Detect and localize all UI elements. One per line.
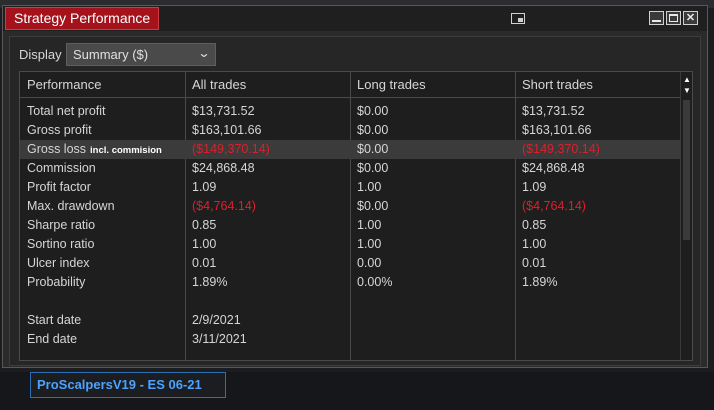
cell-label: Total net profit: [27, 104, 106, 118]
vertical-scrollbar[interactable]: ▲ ▼: [680, 72, 692, 360]
cell-short: 1.89%: [522, 275, 558, 289]
row-gross-profit[interactable]: Gross profit $163,101.66 $0.00 $163,101.…: [20, 121, 680, 140]
cell-all: ($4,764.14): [192, 199, 256, 213]
cell-long: 1.00: [357, 218, 382, 232]
cell-short: 1.09: [522, 180, 547, 194]
cell-label: Max. drawdown: [27, 199, 115, 213]
cell-label: Profit factor: [27, 180, 91, 194]
cell-label: Probability: [27, 275, 86, 289]
content-panel: Display Summary ($) ⌄ Performance All tr…: [9, 36, 701, 366]
cell-long: $0.00: [357, 161, 389, 175]
cell-label: Gross profit: [27, 123, 92, 137]
cell-long: 0.00: [357, 256, 382, 270]
cell-all: 1.00: [192, 237, 217, 251]
close-button[interactable]: ✕: [683, 11, 698, 25]
cell-all: 2/9/2021: [192, 313, 241, 327]
performance-grid: Performance All trades Long trades Short…: [19, 71, 693, 361]
row-end-date[interactable]: End date 3/11/2021: [20, 330, 680, 349]
cell-short: [515, 311, 522, 330]
window-title: Strategy Performance: [5, 7, 160, 30]
header-row: Performance All trades Long trades Short…: [20, 72, 680, 98]
cell-all: $24,868.48: [192, 161, 255, 175]
cell-all: 3/11/2021: [192, 332, 247, 346]
cell-short: 0.85: [522, 218, 547, 232]
cell-long: $0.00: [357, 199, 389, 213]
cell-label: Ulcer index: [27, 256, 90, 270]
header-short-trades[interactable]: Short trades: [515, 72, 593, 98]
cell-short: 0.01: [522, 256, 547, 270]
row-profit-factor[interactable]: Profit factor 1.09 1.00 1.09: [20, 178, 680, 197]
cell-all: ($149,370.14): [192, 142, 270, 156]
cell-long: 1.00: [357, 237, 382, 251]
cell-all: 1.09: [192, 180, 217, 194]
display-selected-value: Summary ($): [73, 47, 149, 62]
row-commission[interactable]: Commission $24,868.48 $0.00 $24,868.48: [20, 159, 680, 178]
minimize-button[interactable]: [649, 11, 664, 25]
maximize-button[interactable]: [666, 11, 681, 25]
cell-label-group: Gross loss incl. commision: [20, 140, 162, 159]
cell-long: $0.00: [357, 142, 389, 156]
cell-long: $0.00: [357, 104, 389, 118]
display-label: Display: [19, 47, 62, 62]
header-performance[interactable]: Performance: [20, 72, 101, 98]
row-max-drawdown[interactable]: Max. drawdown ($4,764.14) $0.00 ($4,764.…: [20, 197, 680, 216]
cell-short: [515, 330, 522, 349]
display-select[interactable]: Summary ($) ⌄: [66, 43, 216, 66]
cell-long: [350, 330, 357, 349]
row-start-date[interactable]: Start date 2/9/2021: [20, 311, 680, 330]
scroll-down-icon[interactable]: ▼: [682, 86, 692, 96]
chevron-down-icon: ⌄: [197, 46, 211, 60]
dock-icon[interactable]: [511, 13, 525, 24]
row-total-net-profit[interactable]: Total net profit $13,731.52 $0.00 $13,73…: [20, 102, 680, 121]
cell-label: End date: [27, 332, 78, 346]
row-sortino-ratio[interactable]: Sortino ratio 1.00 1.00 1.00: [20, 235, 680, 254]
scroll-up-icon[interactable]: ▲: [682, 75, 692, 85]
cell-long: 1.00: [357, 180, 382, 194]
row-ulcer-index[interactable]: Ulcer index 0.01 0.00 0.01: [20, 254, 680, 273]
cell-all: 0.01: [192, 256, 217, 270]
scroll-thumb[interactable]: [683, 100, 690, 240]
title-bar[interactable]: Strategy Performance ✕: [3, 6, 707, 31]
cell-short: 1.00: [522, 237, 547, 251]
cell-long: 0.00%: [357, 275, 393, 289]
cell-label: Gross loss: [27, 142, 87, 156]
cell-long: $0.00: [357, 123, 389, 137]
cell-short: ($4,764.14): [522, 199, 586, 213]
cell-all: $13,731.52: [192, 104, 255, 118]
cell-all: 1.89%: [192, 275, 228, 289]
cell-all: 0.85: [192, 218, 217, 232]
row-sharpe-ratio[interactable]: Sharpe ratio 0.85 1.00 0.85: [20, 216, 680, 235]
row-gross-loss[interactable]: Gross loss incl. commision ($149,370.14) …: [20, 140, 680, 159]
header-long-trades[interactable]: Long trades: [350, 72, 426, 98]
cell-label: Commission: [27, 161, 96, 175]
cell-long: [350, 311, 357, 330]
cell-short: $13,731.52: [522, 104, 585, 118]
strategy-performance-window: Strategy Performance ✕ Display Summary (…: [2, 5, 708, 368]
cell-short: $24,868.48: [522, 161, 585, 175]
cell-short: ($149,370.14): [522, 142, 600, 156]
row-probability[interactable]: Probability 1.89% 0.00% 1.89%: [20, 273, 680, 292]
cell-all: $163,101.66: [192, 123, 262, 137]
cell-label: Sortino ratio: [27, 237, 95, 251]
commission-note: incl. commision: [90, 145, 162, 156]
strategy-tab[interactable]: ProScalpersV19 - ES 06-21: [30, 372, 226, 398]
cell-label: Start date: [27, 313, 82, 327]
cell-short: $163,101.66: [522, 123, 592, 137]
cell-label: Sharpe ratio: [27, 218, 96, 232]
header-all-trades[interactable]: All trades: [185, 72, 246, 98]
